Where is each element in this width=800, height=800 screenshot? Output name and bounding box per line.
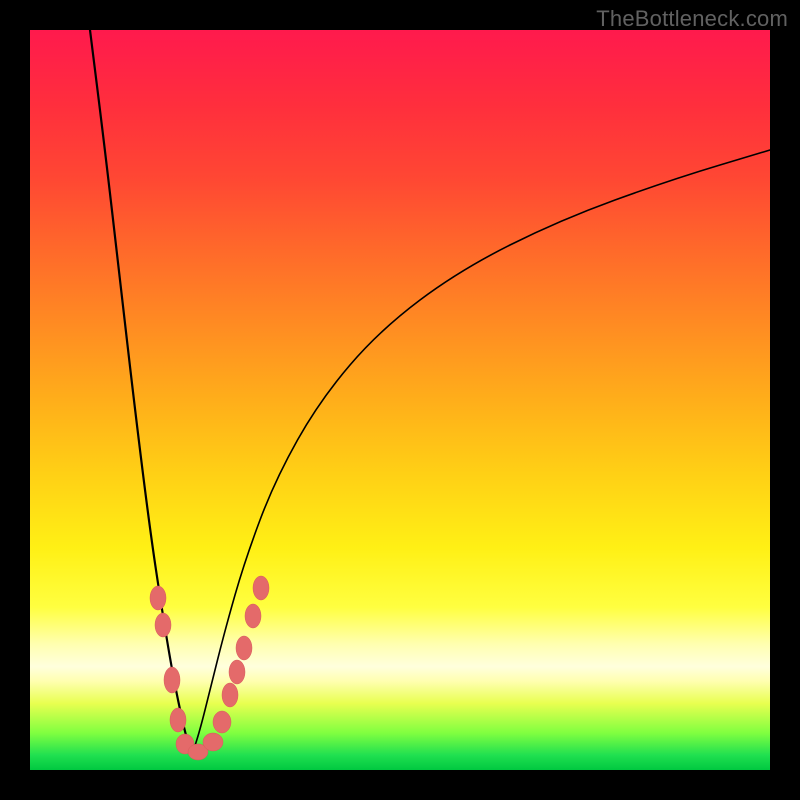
highlight-marker [222,683,238,707]
highlight-marker [150,586,166,610]
curve-right-branch [192,150,770,755]
highlight-marker [253,576,269,600]
highlight-marker [203,733,223,751]
highlight-marker [229,660,245,684]
curve-left-branch [90,30,192,755]
highlight-marker [164,667,180,693]
highlight-marker [236,636,252,660]
chart-frame: TheBottleneck.com [0,0,800,800]
highlight-marker [155,613,171,637]
highlight-marker [170,708,186,732]
highlight-marker [245,604,261,628]
highlight-marker [213,711,231,733]
watermark-text: TheBottleneck.com [596,6,788,32]
chart-svg [30,30,770,770]
plot-area [30,30,770,770]
marker-group [150,576,269,760]
